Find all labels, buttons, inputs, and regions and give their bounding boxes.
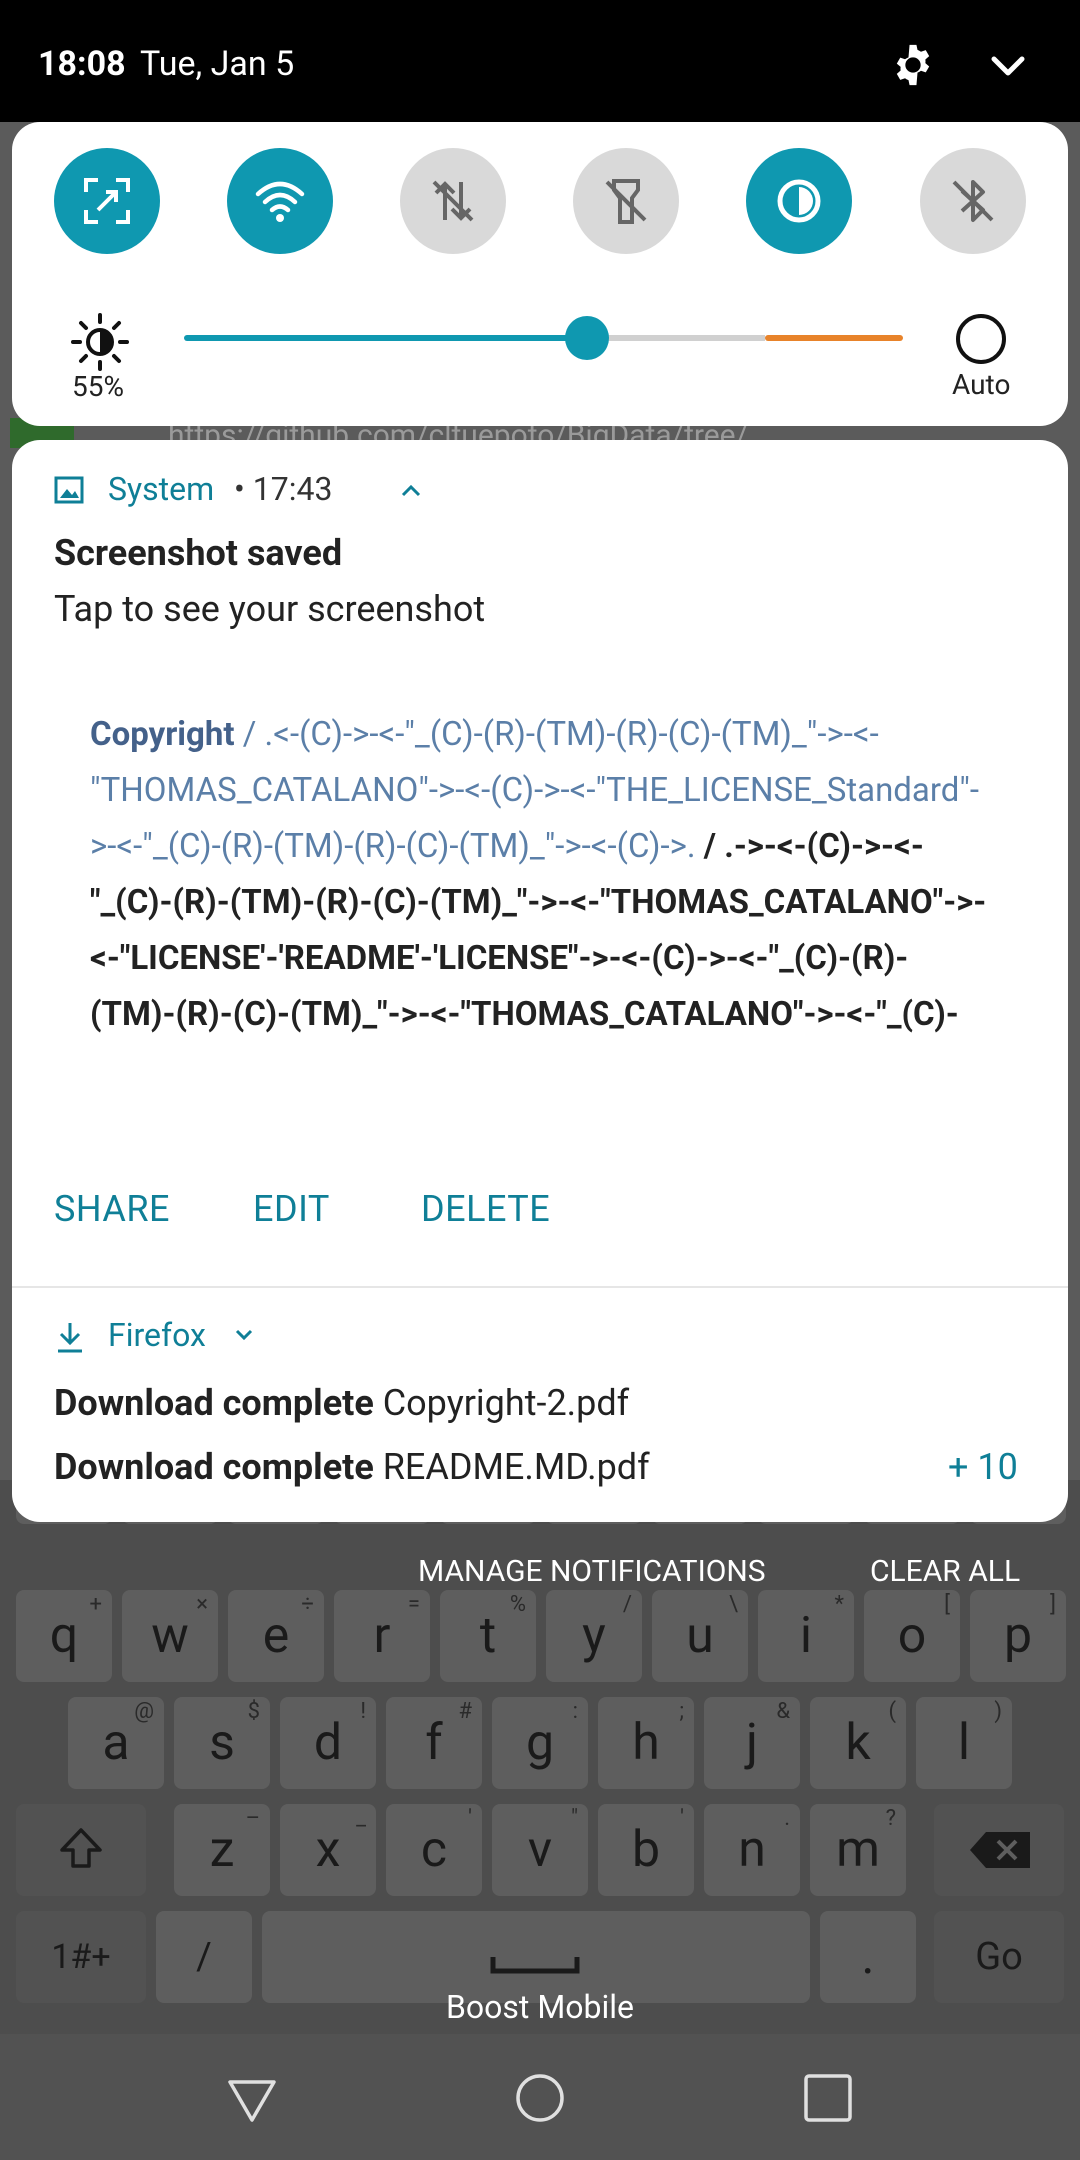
home-icon[interactable]: [512, 2070, 568, 2126]
chevron-up-icon[interactable]: [400, 482, 422, 498]
notification-time: • 17:43: [234, 470, 333, 508]
key-h[interactable]: h;: [598, 1697, 694, 1789]
download-status: Download complete: [54, 1446, 374, 1488]
download-item-1[interactable]: Download complete Copyright-2.pdf: [54, 1382, 629, 1424]
status-time: 18:08: [38, 44, 126, 84]
contrast-tile[interactable]: [746, 148, 852, 254]
key-l[interactable]: l): [916, 1697, 1012, 1789]
firefox-app-name: Firefox: [108, 1316, 206, 1354]
back-icon[interactable]: [224, 2070, 280, 2126]
auto-brightness-label: Auto: [952, 368, 1011, 401]
share-button[interactable]: SHARE: [54, 1188, 170, 1230]
status-date: Tue, Jan 5: [140, 44, 295, 84]
settings-gear-icon[interactable]: [890, 42, 936, 88]
download-file-name: README.MD.pdf: [382, 1446, 650, 1488]
mobile-data-tile[interactable]: [400, 148, 506, 254]
bluetooth-tile[interactable]: [920, 148, 1026, 254]
key-z[interactable]: z –: [174, 1804, 270, 1896]
more-downloads-count[interactable]: + 10: [948, 1446, 1018, 1488]
edit-button[interactable]: EDIT: [253, 1188, 330, 1230]
key-d[interactable]: d!: [280, 1697, 376, 1789]
keyboard-row-3: z – x _ c ' v " b ' n. m?: [0, 1804, 1080, 1904]
carrier-label: Boost Mobile: [445, 1988, 635, 2026]
chevron-down-icon[interactable]: [234, 1328, 254, 1342]
wifi-icon: [255, 181, 305, 222]
clear-all-button[interactable]: CLEAR ALL: [870, 1554, 1020, 1589]
bluetooth-off-icon: [952, 180, 994, 222]
shade-footer: MANAGE NOTIFICATIONS CLEAR ALL: [0, 1554, 1080, 1604]
key-m[interactable]: m?: [810, 1804, 906, 1896]
key-f[interactable]: f #: [386, 1697, 482, 1789]
brightness-icon: [71, 313, 129, 371]
screen-capture-icon: [84, 178, 130, 224]
manage-notifications-button[interactable]: MANAGE NOTIFICATIONS: [418, 1554, 766, 1589]
brightness-percent: 55%: [72, 370, 124, 403]
screen-capture-tile[interactable]: [54, 148, 160, 254]
screenshot-preview-text: Copyright / .<-(C)->-<-"_(C)-(R)-(TM)-(R…: [90, 707, 990, 1043]
mobile-data-off-icon: [432, 180, 474, 222]
notification-app-name: System: [108, 470, 215, 508]
shift-key[interactable]: [16, 1804, 146, 1896]
auto-brightness-toggle[interactable]: [956, 314, 1006, 364]
brightness-slider-track[interactable]: [587, 335, 765, 341]
space-icon: [490, 1957, 580, 1974]
download-file-name: Copyright-2.pdf: [382, 1382, 630, 1424]
brightness-slider-fill[interactable]: [184, 335, 587, 341]
notification-text[interactable]: Tap to see your screenshot: [54, 588, 485, 630]
backspace-key[interactable]: [934, 1804, 1064, 1896]
notification-title[interactable]: Screenshot saved: [54, 532, 342, 574]
key-c[interactable]: c ': [386, 1804, 482, 1896]
key-x[interactable]: x _: [280, 1804, 376, 1896]
backspace-icon: [970, 1832, 1030, 1868]
download-item-2[interactable]: Download complete README.MD.pdf: [54, 1446, 650, 1488]
key-s[interactable]: s $: [174, 1697, 270, 1789]
notification-card: System • 17:43 Screenshot saved Tap to s…: [12, 440, 1068, 1522]
download-icon: [58, 1323, 82, 1353]
image-icon: [54, 476, 84, 504]
notification-divider: [12, 1286, 1068, 1288]
wifi-tile[interactable]: [227, 148, 333, 254]
brightness-slider-thumb[interactable]: [565, 316, 609, 360]
flashlight-off-icon: [605, 179, 647, 224]
status-bar: 18:08 Tue, Jan 5: [0, 0, 1080, 122]
key-k[interactable]: k(: [810, 1697, 906, 1789]
download-status: Download complete: [54, 1382, 374, 1424]
shift-icon: [60, 1828, 102, 1868]
key-v[interactable]: v ": [492, 1804, 588, 1896]
key-b[interactable]: b ': [598, 1804, 694, 1896]
navigation-bar: [0, 2034, 1080, 2160]
key-n[interactable]: n.: [704, 1804, 800, 1896]
contrast-icon: [777, 179, 821, 223]
flashlight-tile[interactable]: [573, 148, 679, 254]
quick-settings-panel: 55% Auto: [12, 122, 1068, 426]
delete-button[interactable]: DELETE: [421, 1188, 550, 1230]
recents-icon[interactable]: [800, 2070, 856, 2126]
keyboard-row-1: q + w × e ÷ r = t% y / u \ i * o[ p]: [0, 1590, 1080, 1690]
key-j[interactable]: j &: [704, 1697, 800, 1789]
collapse-chevron-icon[interactable]: [988, 50, 1028, 84]
brightness-slider-high-range[interactable]: [765, 335, 903, 341]
preview-heading: Copyright: [90, 715, 235, 754]
screenshot-preview[interactable]: Copyright / .<-(C)->-<-"_(C)-(R)-(TM)-(R…: [12, 665, 1068, 1060]
keyboard-row-2: a @ s $ d! f # g: h; j & k( l): [0, 1697, 1080, 1797]
key-a[interactable]: a @: [68, 1697, 164, 1789]
key-g[interactable]: g:: [492, 1697, 588, 1789]
